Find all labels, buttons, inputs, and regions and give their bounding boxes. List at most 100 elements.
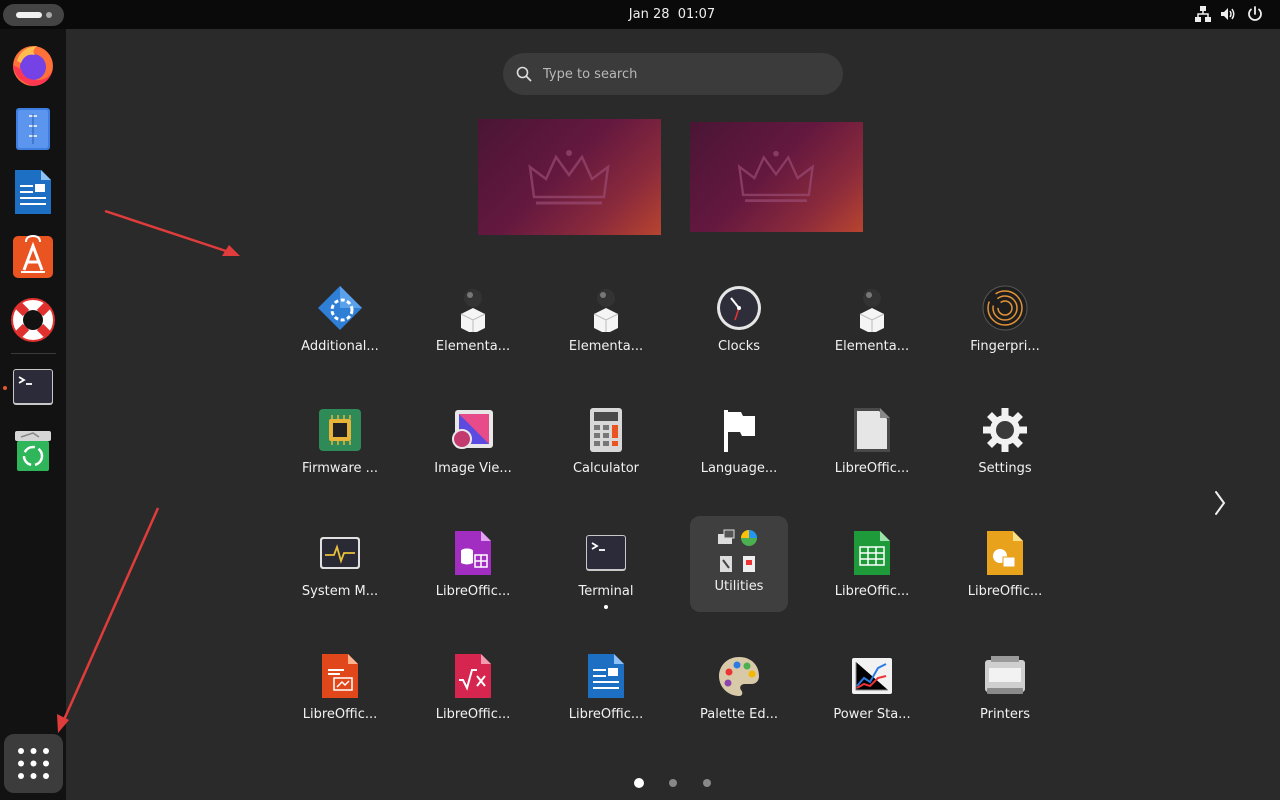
app-label: Calculator (572, 461, 639, 476)
app-label: LibreOffic... (435, 707, 511, 722)
app-tile[interactable]: Palette Ed... (684, 644, 794, 744)
workspace-thumbnail-1[interactable] (478, 119, 661, 235)
app-tile[interactable]: Additional... (285, 276, 395, 376)
power-statistics-icon (852, 658, 892, 694)
next-page-chevron-icon[interactable] (1208, 488, 1232, 518)
app-label: LibreOffic... (834, 461, 910, 476)
app-label: Settings (978, 461, 1032, 476)
search-input[interactable] (543, 63, 823, 85)
help-lifebuoy-icon[interactable] (9, 296, 57, 344)
activities-button[interactable] (3, 4, 64, 26)
app-label: Terminal (578, 584, 634, 599)
image-viewer-icon (452, 410, 493, 449)
app-tile[interactable]: System M... (285, 521, 395, 621)
app-label: Palette Ed... (699, 707, 779, 722)
running-indicator (604, 605, 608, 609)
app-label: LibreOffic... (568, 707, 644, 722)
text-editor-icon[interactable] (9, 104, 57, 152)
running-indicator (3, 386, 7, 390)
firefox-icon[interactable] (9, 41, 57, 89)
page-indicator-3[interactable] (703, 779, 711, 787)
system-monitor-icon (320, 537, 360, 569)
app-tile[interactable]: LibreOffic... (418, 644, 528, 744)
app-label: System M... (301, 584, 379, 599)
app-tile[interactable]: Power Sta... (817, 644, 927, 744)
app-tile[interactable]: Elementa... (418, 276, 528, 376)
libreoffice-writer-icon[interactable] (9, 168, 57, 216)
app-label: Elementa... (568, 339, 644, 354)
terminal-icon[interactable] (9, 363, 57, 411)
app-label: Elementa... (435, 339, 511, 354)
app-label: Fingerpri... (970, 339, 1040, 354)
gear-icon (983, 408, 1027, 452)
dock (0, 29, 66, 800)
app-label: Printers (979, 707, 1031, 722)
app-label: Elementa... (834, 339, 910, 354)
elementary-icon (460, 289, 486, 332)
dock-separator (11, 353, 56, 354)
app-tile[interactable]: LibreOffic... (285, 644, 395, 744)
app-label: Image Vie... (434, 461, 512, 476)
app-grid-icon (18, 748, 49, 779)
wallpaper-crown-icon (737, 150, 815, 203)
flag-icon (724, 410, 755, 452)
libreoffice-document-icon (854, 408, 890, 452)
app-tile[interactable]: Settings (950, 398, 1060, 498)
app-center-icon[interactable] (9, 232, 57, 280)
volume-icon[interactable] (1219, 5, 1237, 23)
workspace-thumbnail-2[interactable] (690, 122, 863, 232)
app-tile[interactable]: Firmware ... (285, 398, 395, 498)
app-tile[interactable]: LibreOffic... (817, 398, 927, 498)
app-label: LibreOffic... (302, 707, 378, 722)
page-indicator-2[interactable] (669, 779, 677, 787)
app-folder-utilities[interactable]: Utilities (690, 516, 788, 612)
libreoffice-calc-icon (854, 531, 890, 575)
app-tile[interactable]: Terminal (551, 521, 661, 621)
clock[interactable]: Jan 28 01:07 (572, 7, 772, 22)
app-tile[interactable]: Fingerpri... (950, 276, 1060, 376)
app-tile[interactable]: Language... (684, 398, 794, 498)
app-tile[interactable]: Elementa... (817, 276, 927, 376)
app-label: Language... (700, 461, 778, 476)
app-tile[interactable]: LibreOffic... (551, 644, 661, 744)
firmware-chip-icon (319, 409, 361, 451)
wallpaper-crown-icon (528, 150, 610, 205)
network-wired-icon[interactable] (1194, 5, 1212, 23)
app-tile[interactable]: Printers (950, 644, 1060, 744)
libreoffice-writer-icon (588, 654, 624, 698)
app-label: Additional... (301, 339, 379, 354)
trash-icon[interactable] (9, 427, 57, 475)
workspace-indicator-dot (46, 12, 52, 18)
app-label: Clocks (717, 339, 761, 354)
elementary-icon (859, 289, 885, 332)
app-tile[interactable]: Calculator (551, 398, 661, 498)
app-tile[interactable]: LibreOffic... (950, 521, 1060, 621)
top-bar: Jan 28 01:07 (0, 0, 1280, 29)
app-label: Power Sta... (833, 707, 911, 722)
elementary-icon (593, 289, 619, 332)
app-label: LibreOffic... (967, 584, 1043, 599)
search-icon (516, 66, 532, 82)
fingerprint-icon (982, 285, 1028, 331)
app-tile[interactable]: LibreOffic... (817, 521, 927, 621)
page-indicator-1[interactable] (634, 778, 644, 788)
search-bar[interactable] (503, 53, 843, 95)
app-label: Firmware ... (301, 461, 379, 476)
libreoffice-draw-icon (322, 654, 358, 698)
palette-icon (719, 657, 759, 696)
printer-icon (985, 656, 1025, 694)
libreoffice-impress-icon (987, 531, 1023, 575)
calculator-icon (590, 408, 622, 452)
app-tile[interactable]: Elementa... (551, 276, 661, 376)
app-label: LibreOffic... (834, 584, 910, 599)
show-apps-button[interactable] (4, 734, 63, 793)
libreoffice-base-icon (455, 531, 491, 575)
app-tile[interactable]: LibreOffic... (418, 521, 528, 621)
app-label: Utilities (714, 579, 764, 594)
power-icon[interactable] (1246, 5, 1264, 23)
folder-utilities-icon (718, 529, 757, 572)
terminal-icon (586, 535, 626, 571)
app-tile[interactable]: Clocks (684, 276, 794, 376)
software-properties-icon (318, 286, 362, 330)
app-tile[interactable]: Image Vie... (418, 398, 528, 498)
